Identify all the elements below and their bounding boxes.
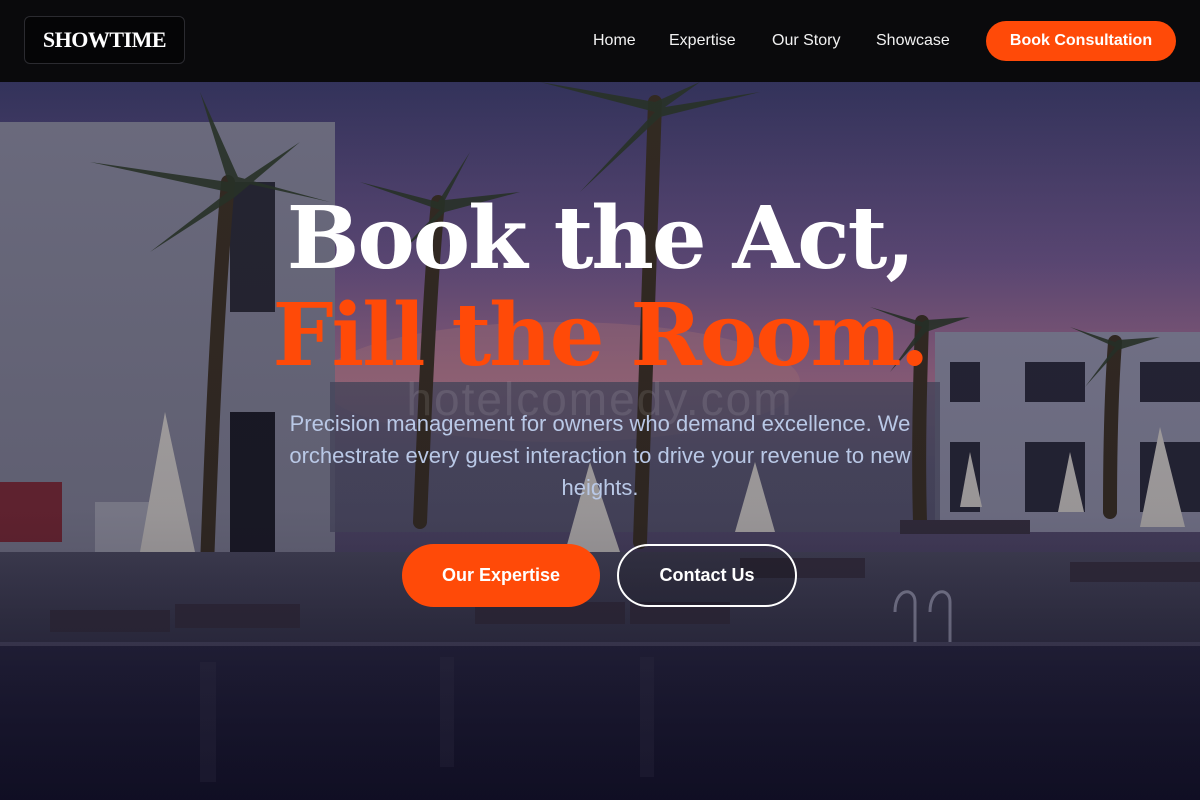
nav-link-our-story[interactable]: Our Story [772,31,840,51]
hero-subtitle: Precision management for owners who dema… [289,411,911,500]
hero-headline-line2: Fill the Room. [272,285,929,386]
nav-link-expertise[interactable]: Expertise [669,31,736,51]
our-expertise-button[interactable]: Our Expertise [402,544,600,607]
hero-section: hotelcomedy.com Book the Act, Fill the R… [0,82,1200,800]
nav-link-showcase[interactable]: Showcase [876,31,950,51]
brand-logo[interactable]: SHOWTIME [24,16,185,64]
hero-headline-line1: Book the Act, [286,188,916,289]
contact-us-button[interactable]: Contact Us [617,544,797,607]
book-consultation-button[interactable]: Book Consultation [986,21,1176,61]
nav-link-home[interactable]: Home [593,31,636,51]
navbar: SHOWTIME Home Expertise Our Story Showca… [0,0,1200,82]
